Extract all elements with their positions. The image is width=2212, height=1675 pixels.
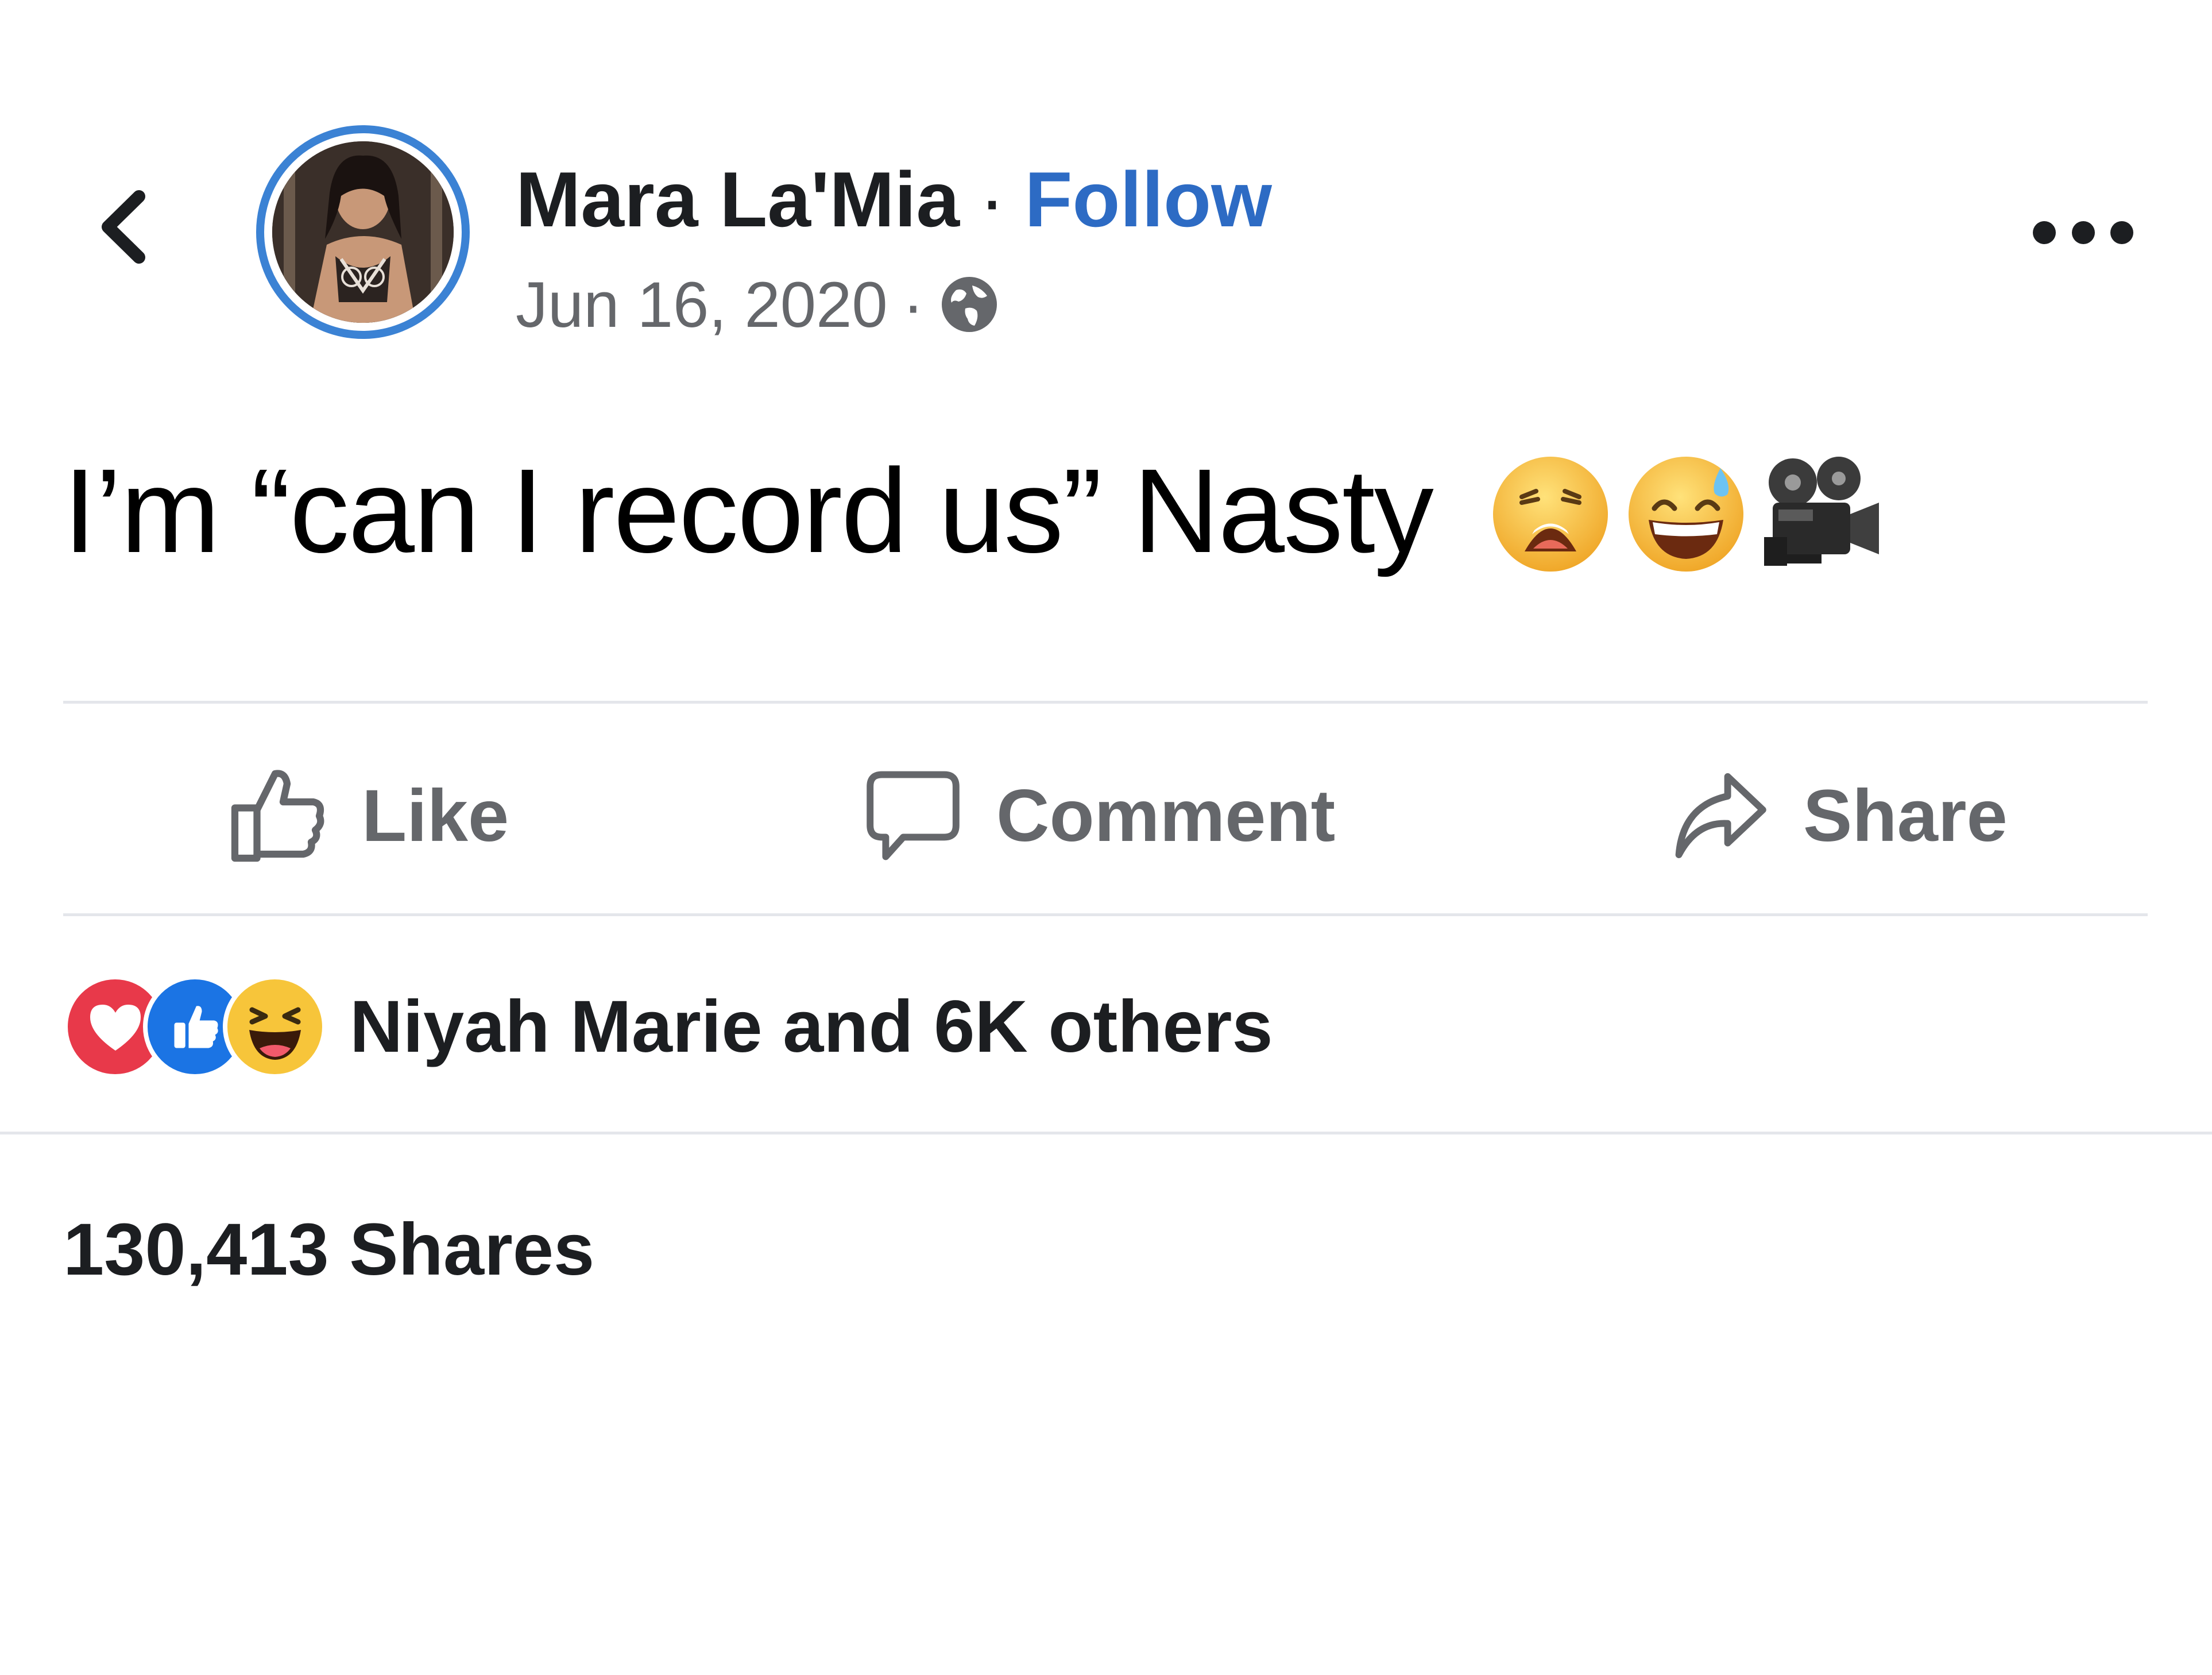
chevron-left-icon [102, 190, 145, 264]
post-meta: Jun 16, 2020 · [516, 261, 1000, 348]
share-label: Share [1803, 774, 2008, 857]
reactions-summary-text: Niyah Marie and 6K others [350, 986, 1273, 1068]
weary-face-emoji [1487, 451, 1614, 577]
post-date[interactable]: Jun 16, 2020 [516, 268, 888, 342]
like-button[interactable]: Like [227, 758, 509, 873]
more-horizontal-icon-dot [2071, 221, 2095, 244]
globe-icon [939, 274, 1000, 335]
divider-bottom [0, 1132, 2212, 1134]
share-button[interactable]: Share [1671, 758, 2008, 873]
shares-count[interactable]: 130,413 Shares [63, 1201, 594, 1298]
profile-photo [272, 141, 454, 323]
post-emojis [1487, 445, 1894, 583]
post-text: I’m “can I record us” Nasty [63, 444, 1434, 578]
avatar[interactable] [256, 125, 470, 339]
back-button[interactable] [86, 184, 161, 270]
share-arrow-icon [1675, 773, 1766, 858]
reactions-summary[interactable]: Niyah Marie and 6K others [63, 974, 1273, 1080]
meta-separator: · [902, 268, 924, 341]
thumbs-up-icon [231, 769, 324, 862]
comment-icon [867, 771, 960, 860]
divider-middle [63, 913, 2148, 916]
movie-camera-emoji [1758, 451, 1885, 577]
more-options-button[interactable] [2033, 204, 2133, 261]
comment-button[interactable]: Comment [864, 758, 1335, 873]
comment-label: Comment [996, 774, 1336, 857]
grinning-face-with-sweat-emoji [1623, 451, 1749, 577]
more-horizontal-icon-dot [2110, 221, 2133, 244]
reaction-icons [63, 975, 327, 1079]
divider-top [63, 701, 2148, 704]
post-header: Mara La'Mia · Follow [516, 150, 1272, 248]
more-horizontal-icon [2033, 221, 2056, 244]
author-name[interactable]: Mara La'Mia [516, 155, 960, 244]
header-separator: · [979, 156, 1006, 243]
like-label: Like [362, 774, 509, 857]
haha-reaction-icon [223, 975, 327, 1079]
follow-button[interactable]: Follow [1024, 155, 1272, 244]
